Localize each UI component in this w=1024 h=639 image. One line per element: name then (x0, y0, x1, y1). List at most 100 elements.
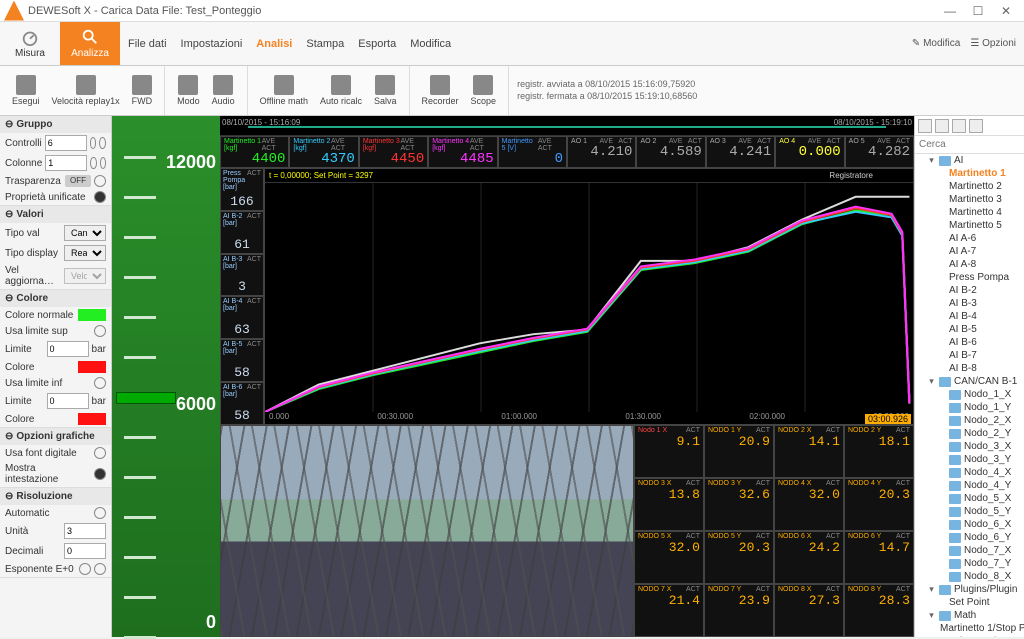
numeric-cell[interactable]: Martinetto 1 [kgf]AVE ACT4400 (220, 136, 289, 168)
tree-item[interactable]: Martinetto 3 (915, 193, 1024, 206)
tree-view-icon[interactable] (969, 119, 983, 133)
section-gruppo[interactable]: ⊖ Gruppo (0, 116, 111, 133)
toolbar-fwd[interactable]: FWD (126, 73, 159, 108)
input-decimali[interactable] (64, 543, 106, 559)
tree-item[interactable]: Nodo_7_X (915, 544, 1024, 557)
tab-analizza[interactable]: Analizza (60, 22, 120, 65)
nodo-cell[interactable]: NODO 8 YACT28.3 (844, 584, 914, 637)
modifica-link[interactable]: ✎ Modifica (912, 38, 960, 49)
numeric-cell[interactable]: Martinetto 2 [kgf]AVE ACT4370 (289, 136, 358, 168)
tree-item[interactable]: Nodo_2_Y (915, 427, 1024, 440)
numeric-cell[interactable]: AO 5AVE ACT4.282 (845, 136, 914, 168)
toolbar-velocità-replay1x[interactable]: Velocità replay1x (46, 73, 126, 108)
tree-item[interactable]: AI B-6 (915, 336, 1024, 349)
tree-item[interactable]: Martinetto 5 (915, 219, 1024, 232)
numeric-cell[interactable]: AO 2AVE ACT4.589 (636, 136, 705, 168)
toggle-font[interactable] (94, 447, 106, 459)
menu-impostazioni[interactable]: Impostazioni (181, 38, 243, 50)
tree-item[interactable]: AI A-7 (915, 245, 1024, 258)
input-controlli[interactable] (45, 135, 87, 151)
spinner-icon[interactable] (94, 563, 106, 575)
side-meter[interactable]: AI B-5 [bar]ACT58 (220, 339, 264, 382)
tree-item[interactable]: Nodo_5_X (915, 492, 1024, 505)
section-valori[interactable]: ⊖ Valori (0, 206, 111, 223)
tree-item[interactable]: Martinetto 2 (915, 180, 1024, 193)
toolbar-recorder[interactable]: Recorder (416, 73, 465, 108)
menu-modifica[interactable]: Modifica (410, 38, 451, 50)
video-view[interactable] (220, 425, 634, 637)
chevron-down-icon[interactable] (94, 175, 106, 187)
input-unita[interactable] (64, 523, 106, 539)
spinner-icon[interactable] (100, 157, 106, 169)
tree-item[interactable]: Martinetto 4 (915, 206, 1024, 219)
maximize-button[interactable]: ☐ (964, 1, 992, 21)
toolbar-audio[interactable]: Audio (206, 73, 241, 108)
tree-item[interactable]: AI A-8 (915, 258, 1024, 271)
tree-item[interactable]: Nodo_6_X (915, 518, 1024, 531)
toggle-trasparenza[interactable]: OFF (65, 175, 91, 187)
nodo-cell[interactable]: NODO 2 XACT14.1 (774, 425, 844, 478)
color-swatch[interactable] (78, 413, 106, 425)
minimize-button[interactable]: — (936, 1, 964, 21)
color-swatch[interactable] (78, 361, 106, 373)
nodo-cell[interactable]: NODO 8 XACT27.3 (774, 584, 844, 637)
section-grafiche[interactable]: ⊖ Opzioni grafiche (0, 428, 111, 445)
nodo-cell[interactable]: Nodo 1 XACT9.1 (634, 425, 704, 478)
tree-item[interactable]: Martinetto 1 (915, 167, 1024, 180)
nodo-cell[interactable]: NODO 6 XACT24.2 (774, 531, 844, 584)
section-risoluzione[interactable]: ⊖ Risoluzione (0, 488, 111, 505)
tree-item[interactable]: AI B-3 (915, 297, 1024, 310)
nodo-cell[interactable]: NODO 3 XACT13.8 (634, 478, 704, 531)
tree-item[interactable]: Nodo_4_Y (915, 479, 1024, 492)
tree-view-icon[interactable] (918, 119, 932, 133)
nodo-cell[interactable]: NODO 7 XACT21.4 (634, 584, 704, 637)
toolbar-salva[interactable]: Salva (368, 73, 403, 108)
tree-item[interactable]: ▾Plugins/Plugin (915, 583, 1024, 596)
toolbar-modo[interactable]: Modo (171, 73, 206, 108)
overview-strip[interactable]: 08/10/2015 - 15:16:09 08/10/2015 - 15:19… (220, 116, 914, 136)
numeric-cell[interactable]: Martinetto 5 [V]AVE ACT0 (498, 136, 567, 168)
side-meter[interactable]: Press Pompa [bar]ACT166 (220, 168, 264, 211)
spinner-icon[interactable] (99, 137, 106, 149)
tree-item[interactable]: AI A-6 (915, 232, 1024, 245)
tree-item[interactable]: AI B-5 (915, 323, 1024, 336)
tree-item[interactable]: Nodo_6_Y (915, 531, 1024, 544)
search-input[interactable] (915, 136, 1024, 153)
toolbar-scope[interactable]: Scope (465, 73, 503, 108)
numeric-cell[interactable]: AO 1AVE ACT4.210 (567, 136, 636, 168)
tree-item[interactable]: Nodo_2_X (915, 414, 1024, 427)
tree-item[interactable]: AI B-7 (915, 349, 1024, 362)
nodo-cell[interactable]: NODO 5 YACT20.3 (704, 531, 774, 584)
chevron-down-icon[interactable] (94, 191, 106, 203)
tree-view-icon[interactable] (952, 119, 966, 133)
tree-item[interactable]: Nodo_8_X (915, 570, 1024, 583)
tree-item[interactable]: Nodo_1_Y (915, 401, 1024, 414)
tree-item[interactable]: AI B-4 (915, 310, 1024, 323)
spinner-icon[interactable] (90, 157, 96, 169)
numeric-cell[interactable]: AO 3AVE ACT4.241 (706, 136, 775, 168)
nodo-cell[interactable]: NODO 2 YACT18.1 (844, 425, 914, 478)
toggle-intest[interactable] (94, 468, 106, 480)
input-liminf[interactable] (47, 393, 89, 409)
side-meter[interactable]: AI B-2 [bar]ACT61 (220, 211, 264, 254)
bar-gauge[interactable]: 12000 6000 0 (112, 116, 220, 637)
toggle-limsup[interactable] (94, 325, 106, 337)
menu-file dati[interactable]: File dati (128, 38, 167, 50)
select-tipoval[interactable]: Canale (64, 225, 106, 241)
toolbar-auto-ricalc[interactable]: Auto ricalc (314, 73, 368, 108)
side-meter[interactable]: AI B-4 [bar]ACT63 (220, 296, 264, 339)
opzioni-link[interactable]: ☰ Opzioni (970, 38, 1016, 49)
tree-item[interactable]: ▾Math (915, 609, 1024, 622)
tab-misura[interactable]: Misura (0, 22, 60, 65)
tree-item[interactable]: AI B-8 (915, 362, 1024, 375)
spinner-icon[interactable] (79, 563, 91, 575)
side-meter[interactable]: AI B-6 [bar]ACT58 (220, 382, 264, 425)
tree-item[interactable]: Nodo_4_X (915, 466, 1024, 479)
nodo-cell[interactable]: NODO 7 YACT23.9 (704, 584, 774, 637)
tree-item[interactable]: AI B-2 (915, 284, 1024, 297)
nodo-cell[interactable]: NODO 5 XACT32.0 (634, 531, 704, 584)
nodo-cell[interactable]: NODO 4 XACT32.0 (774, 478, 844, 531)
color-swatch[interactable] (78, 309, 106, 321)
toggle-liminf[interactable] (94, 377, 106, 389)
tree-item[interactable]: ▾CAN/CAN B-1 (915, 375, 1024, 388)
